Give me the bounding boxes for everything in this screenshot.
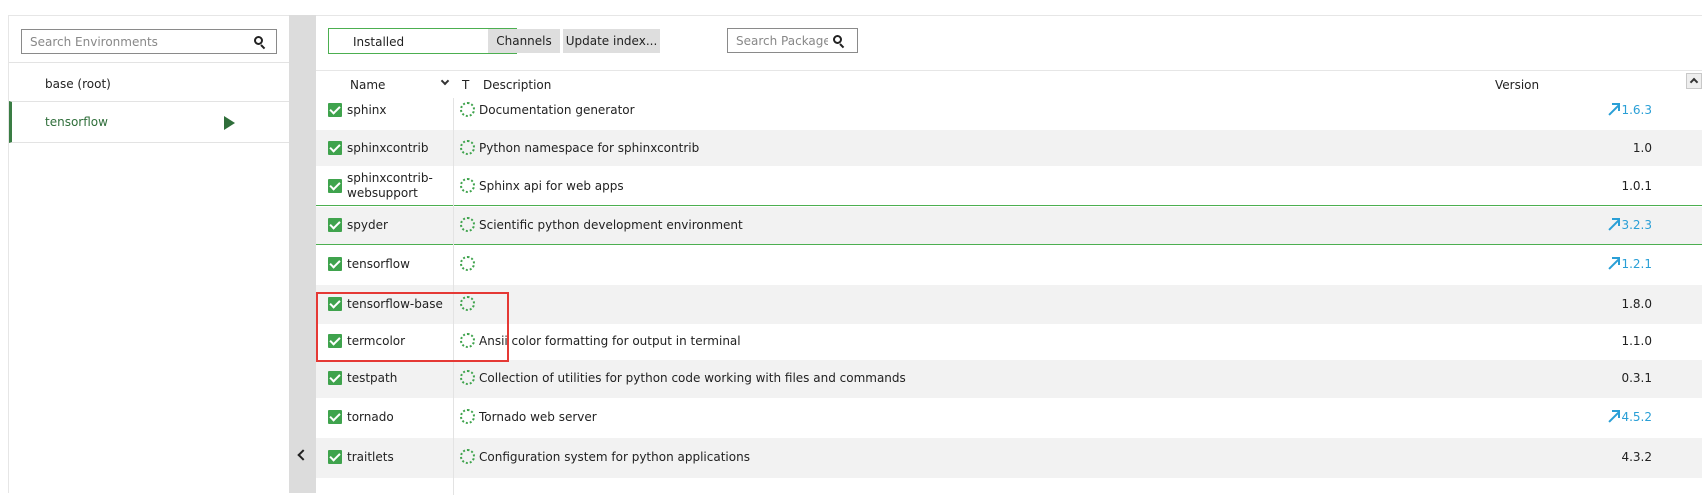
package-name: tornado (347, 410, 394, 424)
update-index-button[interactable]: Update index... (563, 29, 660, 53)
package-filter-value: Installed (353, 35, 405, 49)
collapse-panel-button[interactable] (295, 449, 309, 463)
package-description: Collection of utilities for python code … (479, 371, 906, 385)
installed-checkbox[interactable] (328, 371, 342, 385)
play-icon[interactable] (224, 116, 235, 130)
status-ring-icon (460, 102, 475, 117)
package-name: spyder (347, 218, 388, 232)
environment-item-tensorflow[interactable]: tensorflow (9, 101, 290, 143)
package-name: sphinxcontrib-websupport (347, 171, 433, 200)
search-icon[interactable] (254, 36, 266, 50)
package-version: 1.1.0 (1621, 334, 1652, 348)
installed-checkbox[interactable] (328, 218, 342, 232)
chevron-left-icon (297, 449, 309, 461)
package-version: 1.0.1 (1621, 179, 1652, 193)
status-ring-icon (460, 449, 475, 464)
table-header: Name T Description Version (316, 71, 1684, 99)
packages-toolbar: Installed Channels Update index... (316, 16, 1702, 70)
anaconda-environments-window: base (root) tensorflow Installed Channel… (0, 0, 1702, 495)
environment-search-input[interactable] (22, 30, 242, 53)
status-ring-icon (460, 217, 475, 232)
package-description: Configuration system for python applicat… (479, 450, 750, 464)
package-description: Ansii color formatting for output in ter… (479, 334, 741, 348)
package-version[interactable]: 1.6.3 (1621, 103, 1652, 117)
package-name: tensorflow (347, 257, 410, 271)
update-arrow-icon[interactable] (1606, 410, 1620, 424)
sort-chevron-icon[interactable] (440, 76, 450, 86)
package-version: 1.0 (1632, 141, 1652, 155)
package-name: testpath (347, 371, 398, 385)
column-header-type[interactable]: T (462, 78, 469, 92)
panel-splitter[interactable] (289, 15, 316, 493)
package-description: Python namespace for sphinxcontrib (479, 141, 700, 155)
table-row[interactable]: sphinxcontrib-websupport Sphinx api for … (316, 166, 1702, 206)
package-version[interactable]: 1.2.1 (1621, 257, 1652, 271)
status-ring-icon (460, 370, 475, 385)
chevron-up-icon (1689, 77, 1699, 87)
status-ring-icon (460, 409, 475, 424)
search-icon[interactable] (833, 35, 845, 49)
package-search[interactable] (727, 28, 858, 53)
installed-checkbox[interactable] (328, 257, 342, 271)
table-row[interactable]: spyder Scientific python development env… (316, 207, 1702, 245)
table-row[interactable]: termcolor Ansii color formatting for out… (316, 324, 1702, 360)
channels-button[interactable]: Channels (488, 29, 560, 53)
status-ring-icon (460, 256, 475, 271)
table-row[interactable]: traitlets Configuration system for pytho… (316, 438, 1702, 478)
package-version[interactable]: 3.2.3 (1621, 218, 1652, 232)
highlight-box (316, 292, 509, 362)
package-version: 1.8.0 (1621, 297, 1652, 311)
package-description: Documentation generator (479, 103, 635, 117)
package-name: sphinx (347, 103, 387, 117)
environment-label: tensorflow (45, 115, 108, 129)
package-name: sphinxcontrib (347, 141, 429, 155)
scroll-up-button[interactable] (1686, 73, 1702, 89)
status-ring-icon (460, 178, 475, 193)
environments-panel: base (root) tensorflow (8, 15, 290, 493)
environment-label: base (root) (45, 76, 111, 91)
table-row[interactable]: tensorflow 1.2.1 (316, 246, 1702, 285)
environment-search[interactable] (21, 29, 277, 54)
table-row[interactable]: tensorflow-base 1.8.0 (316, 285, 1702, 324)
table-row[interactable]: tornado Tornado web server 4.5.2 (316, 398, 1702, 438)
update-arrow-icon[interactable] (1606, 103, 1620, 117)
package-description: Scientific python development environmen… (479, 218, 743, 232)
package-version: 4.3.2 (1621, 450, 1652, 464)
column-header-name[interactable]: Name (350, 78, 385, 92)
table-row[interactable]: testpath Collection of utilities for pyt… (316, 360, 1702, 398)
table-row[interactable]: sphinx Documentation generator 1.6.3 (316, 98, 1702, 130)
table-row[interactable]: sphinxcontrib Python namespace for sphin… (316, 130, 1702, 166)
column-header-version[interactable]: Version (1495, 78, 1539, 92)
installed-checkbox[interactable] (328, 450, 342, 464)
update-arrow-icon[interactable] (1606, 218, 1620, 232)
column-header-description[interactable]: Description (483, 78, 551, 92)
packages-panel: Installed Channels Update index... Name … (316, 15, 1702, 495)
installed-checkbox[interactable] (328, 179, 342, 193)
status-ring-icon (460, 140, 475, 155)
packages-table: Name T Description Version sphinx Docume… (316, 70, 1702, 495)
installed-checkbox[interactable] (328, 103, 342, 117)
package-search-input[interactable] (728, 29, 828, 52)
update-arrow-icon[interactable] (1606, 257, 1620, 271)
installed-checkbox[interactable] (328, 410, 342, 424)
environment-item-base-root[interactable]: base (root) (9, 62, 290, 104)
package-version: 0.3.1 (1621, 371, 1652, 385)
installed-checkbox[interactable] (328, 141, 342, 155)
package-version[interactable]: 4.5.2 (1621, 410, 1652, 424)
package-description: Tornado web server (479, 410, 597, 424)
package-name: traitlets (347, 450, 394, 464)
package-description: Sphinx api for web apps (479, 179, 624, 193)
